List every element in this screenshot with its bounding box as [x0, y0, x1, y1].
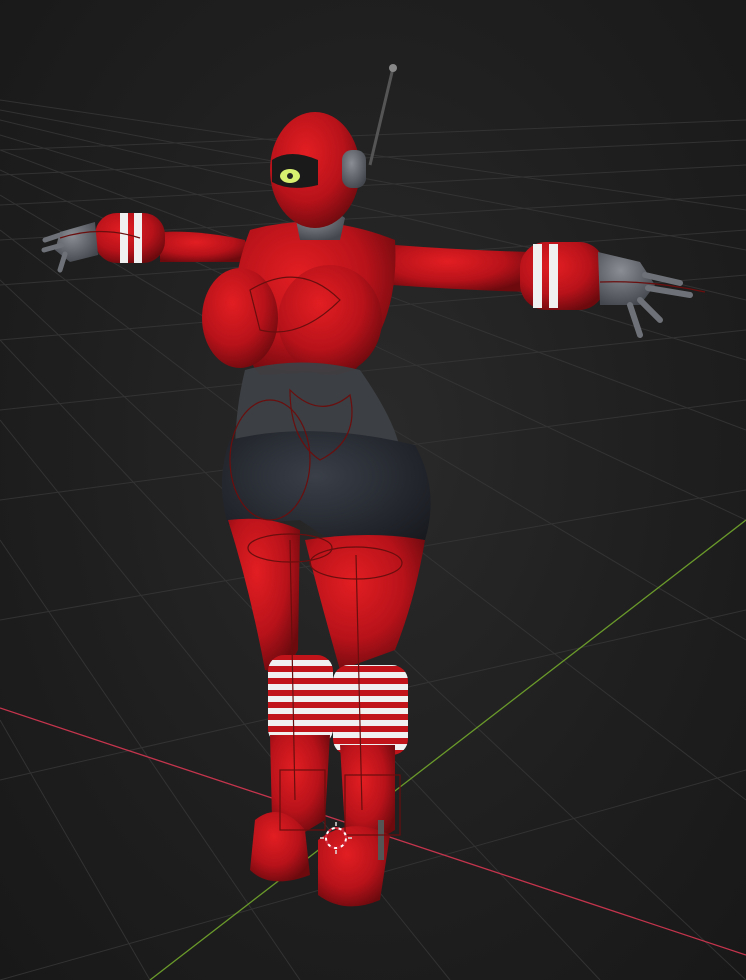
viewport-canvas[interactable] [0, 0, 746, 980]
character-model[interactable] [41, 64, 706, 907]
right-arm[interactable] [392, 242, 693, 338]
torso[interactable] [202, 208, 396, 375]
antenna [368, 67, 395, 166]
head[interactable] [270, 112, 366, 228]
y-axis-line [149, 519, 746, 980]
left-arm[interactable] [41, 213, 250, 273]
antenna-tip [389, 64, 397, 72]
3d-viewport[interactable] [0, 0, 746, 980]
